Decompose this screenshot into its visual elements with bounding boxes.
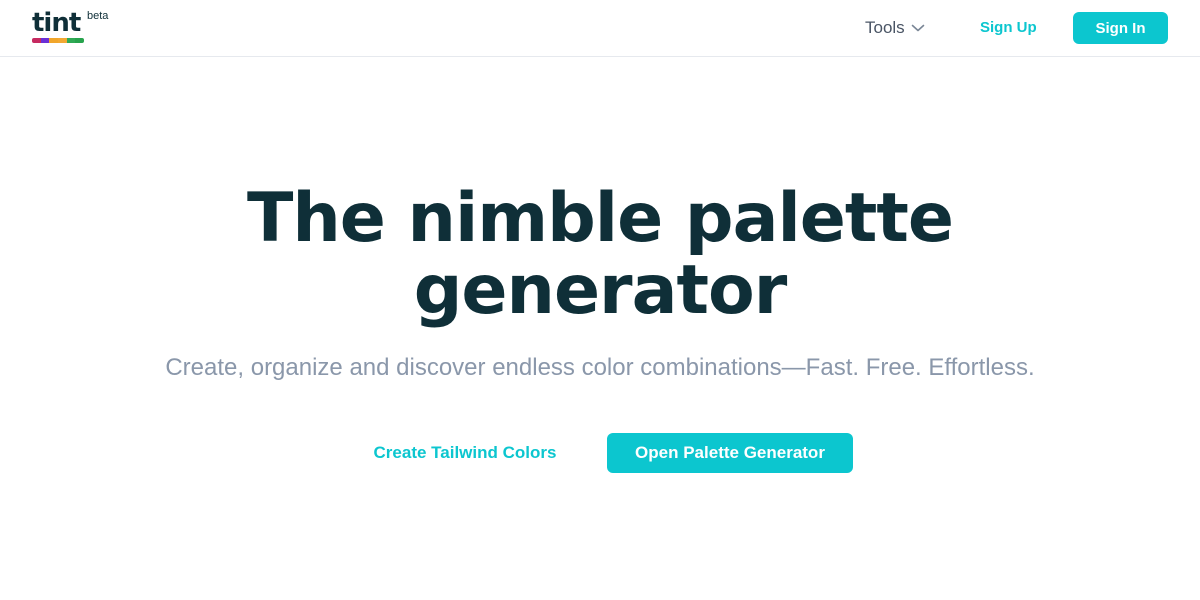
chevron-down-icon [911, 23, 925, 33]
tools-menu[interactable]: Tools [865, 17, 925, 39]
tools-menu-label: Tools [865, 18, 905, 37]
create-tailwind-colors-link[interactable]: Create Tailwind Colors [364, 433, 566, 473]
hero-title: The nimble palette generator [0, 183, 1200, 327]
hero-title-line-2: generator [413, 251, 788, 330]
sign-in-button[interactable]: Sign In [1073, 12, 1168, 44]
logo[interactable]: tint beta [32, 8, 122, 48]
open-palette-generator-button[interactable]: Open Palette Generator [607, 433, 853, 473]
top-navigation-bar: tint beta Tools Sign Up Sign In [0, 0, 1200, 57]
stripe-segment [32, 38, 41, 43]
stripe-segment [75, 38, 84, 43]
stripe-segment [58, 38, 67, 43]
stripe-segment [40, 38, 50, 43]
sign-up-link[interactable]: Sign Up [980, 17, 1037, 39]
hero-subtitle: Create, organize and discover endless co… [165, 354, 1035, 381]
stripe-segment [66, 38, 76, 43]
logo-wordmark: tint [32, 8, 81, 38]
beta-badge: beta [87, 10, 109, 22]
hero-title-line-1: The nimble palette [246, 179, 954, 258]
logo-color-stripe [32, 38, 84, 43]
stripe-segment [49, 38, 59, 43]
